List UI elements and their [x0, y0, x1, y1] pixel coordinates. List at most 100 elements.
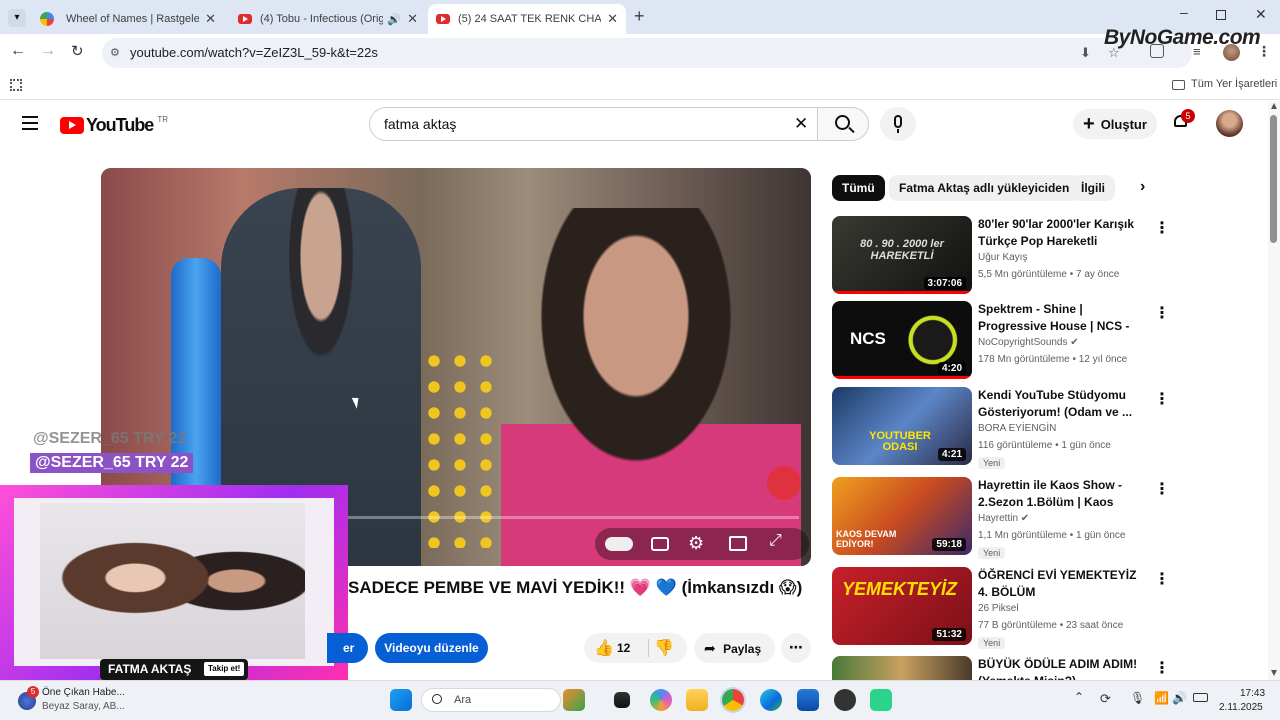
list-item[interactable]: 80 . 90 . 2000 ler HAREKETLİ 3:07:06 80'…: [832, 216, 1172, 296]
rec-channel[interactable]: BORA EYİENGİN: [978, 423, 1056, 434]
restore-icon[interactable]: [1216, 10, 1226, 20]
reading-list-icon[interactable]: ≡: [1193, 44, 1201, 59]
tray-app-icon[interactable]: ⟳: [1100, 691, 1111, 707]
more-options-icon[interactable]: ⋮: [1154, 479, 1170, 499]
chip-uploader[interactable]: Fatma Aktaş adlı yükleyiciden: [889, 175, 1080, 201]
close-tab-icon[interactable]: ✕: [407, 11, 418, 27]
list-item[interactable]: YOUTUBER ODASI 4:21 Kendi YouTube Stüdyo…: [832, 387, 1172, 469]
scroll-down-arrow-icon[interactable]: [1271, 670, 1277, 676]
wifi-icon[interactable]: 📶: [1154, 691, 1169, 705]
search-button[interactable]: [817, 107, 869, 141]
dislike-icon[interactable]: 👎: [654, 638, 674, 658]
close-tab-icon[interactable]: ✕: [205, 11, 216, 27]
hamburger-menu-icon[interactable]: [22, 116, 38, 130]
video-thumbnail[interactable]: YEMEKTEYİZ 51:32: [832, 567, 972, 645]
subscribe-button-partial[interactable]: er: [327, 633, 368, 663]
chip-next-chevron-icon[interactable]: ›: [1140, 178, 1145, 196]
tray-mic-icon[interactable]: 🎙: [1130, 691, 1145, 705]
clock-date[interactable]: 2.11.2025: [1219, 702, 1263, 713]
profile-avatar[interactable]: [1223, 44, 1240, 61]
battery-icon[interactable]: [1193, 693, 1208, 702]
browser-tab[interactable]: (4) Tobu - Infectious (Original Mix) 🔊 ✕: [230, 4, 426, 34]
video-thumbnail[interactable]: [832, 656, 972, 680]
reload-icon[interactable]: ↻: [71, 42, 84, 60]
apps-grid-icon[interactable]: [10, 79, 22, 91]
list-item[interactable]: YEMEKTEYİZ 51:32 ÖĞRENCİ EVİ YEMEKTEYİZ …: [832, 567, 1172, 649]
page-scrollbar[interactable]: [1268, 101, 1280, 680]
new-tab-icon[interactable]: +: [634, 6, 645, 27]
rec-channel[interactable]: Hayrettin ✔: [978, 513, 1029, 524]
speaker-icon[interactable]: 🔊: [387, 13, 401, 26]
obs-icon[interactable]: [834, 689, 856, 711]
more-options-icon[interactable]: ⋮: [1154, 658, 1170, 678]
widget-game-icon[interactable]: [563, 689, 585, 711]
close-tab-icon[interactable]: ✕: [607, 11, 618, 27]
close-window-icon[interactable]: ✕: [1255, 6, 1267, 23]
share-button[interactable]: ➦ Paylaş: [694, 633, 775, 663]
copilot-icon[interactable]: [650, 689, 672, 711]
tray-chevron-icon[interactable]: ⌃: [1074, 690, 1084, 704]
rec-title[interactable]: Hayrettin ile Kaos Show - 2.Sezon 1.Bölü…: [978, 477, 1148, 511]
clock-time[interactable]: 17:43: [1240, 688, 1265, 699]
browser-tab[interactable]: Wheel of Names | Rastgele ad seçici ✕: [32, 4, 224, 34]
chrome-icon[interactable]: [722, 689, 744, 711]
video-thumbnail[interactable]: YOUTUBER ODASI 4:21: [832, 387, 972, 465]
video-thumbnail[interactable]: NCS 4:20: [832, 301, 972, 379]
like-icon[interactable]: 👍: [594, 638, 614, 658]
rec-title[interactable]: 80'ler 90'lar 2000'ler Karışık Türkçe Po…: [978, 216, 1148, 250]
chip-all[interactable]: Tümü: [832, 175, 885, 201]
more-options-icon[interactable]: ⋮: [1154, 303, 1170, 323]
edge-icon[interactable]: [760, 689, 782, 711]
install-app-icon[interactable]: ⬇: [1080, 38, 1091, 68]
clear-search-icon[interactable]: ✕: [794, 108, 808, 140]
voice-search-button[interactable]: [880, 107, 916, 141]
rec-channel[interactable]: Uğur Kayış: [978, 252, 1027, 263]
file-explorer-icon[interactable]: [686, 689, 708, 711]
taskbar-search-box[interactable]: Ara: [421, 688, 561, 712]
address-bar[interactable]: ⚙ youtube.com/watch?v=ZeIZ3L_59-k&t=22s …: [102, 38, 1192, 68]
notifications-bell-icon[interactable]: 5: [1172, 109, 1195, 131]
minimize-icon[interactable]: –: [1180, 4, 1188, 20]
more-options-icon[interactable]: ⋮: [1154, 218, 1170, 238]
windows-start-icon[interactable]: [390, 689, 412, 711]
back-arrow-icon[interactable]: ←: [10, 42, 26, 60]
extensions-icon[interactable]: [1150, 44, 1164, 58]
rec-title[interactable]: Kendi YouTube Stüdyomu Gösteriyorum! (Od…: [978, 387, 1148, 421]
search-input[interactable]: fatma aktaş ✕: [369, 107, 817, 141]
youtube-logo[interactable]: YouTube TR: [60, 115, 168, 135]
fullscreen-icon[interactable]: ⤢: [769, 532, 782, 550]
volume-icon[interactable]: 🔊: [1172, 691, 1187, 705]
account-avatar[interactable]: [1216, 110, 1243, 137]
chip-related[interactable]: İlgili: [1071, 175, 1115, 201]
app-green-icon[interactable]: [870, 689, 892, 711]
rec-title[interactable]: ÖĞRENCİ EVİ YEMEKTEYİZ 4. BÖLÜM: [978, 567, 1148, 601]
store-icon[interactable]: [797, 689, 819, 711]
rec-title[interactable]: Spektrem - Shine | Progressive House | N…: [978, 301, 1148, 335]
rec-title[interactable]: BÜYÜK ÖDÜLE ADIM ADIM! (Yemekte Misin?) …: [978, 656, 1148, 680]
rec-channel[interactable]: NoCopyrightSounds ✔: [978, 337, 1079, 348]
video-thumbnail[interactable]: KAOS DEVAM EDİYOR! 59:18: [832, 477, 972, 555]
theater-mode-icon[interactable]: [729, 536, 747, 551]
list-item[interactable]: KAOS DEVAM EDİYOR! 59:18 Hayrettin ile K…: [832, 477, 1172, 559]
autoplay-toggle-icon[interactable]: [605, 537, 633, 551]
video-thumbnail[interactable]: 80 . 90 . 2000 ler HAREKETLİ 3:07:06: [832, 216, 972, 294]
list-item[interactable]: BÜYÜK ÖDÜLE ADIM ADIM! (Yemekte Misin?) …: [832, 656, 1172, 680]
task-view-icon[interactable]: [614, 692, 630, 708]
edit-video-button[interactable]: Videoyu düzenle: [375, 633, 488, 663]
more-options-icon[interactable]: ⋮: [1154, 389, 1170, 409]
scroll-up-arrow-icon[interactable]: [1271, 103, 1277, 109]
more-actions-icon[interactable]: ⋯: [781, 633, 811, 663]
rec-channel[interactable]: 26 Piksel: [978, 603, 1019, 614]
scroll-thumb[interactable]: [1270, 115, 1277, 243]
more-options-icon[interactable]: ⋮: [1154, 569, 1170, 589]
list-item[interactable]: NCS 4:20 Spektrem - Shine | Progressive …: [832, 301, 1172, 381]
subtitles-icon[interactable]: [651, 537, 669, 551]
all-bookmarks-link[interactable]: Tüm Yer İşaretleri: [1191, 78, 1277, 90]
site-info-icon[interactable]: ⚙: [110, 38, 120, 68]
browser-tab-active[interactable]: (5) 24 SAAT TEK RENK CHALLENGE ✕: [428, 4, 626, 34]
settings-gear-icon[interactable]: ⚙: [688, 533, 704, 554]
tab-search-chevron-icon[interactable]: ▾: [8, 9, 26, 27]
create-button[interactable]: + Oluştur: [1073, 109, 1157, 139]
browser-menu-icon[interactable]: ⋮: [1257, 43, 1271, 60]
news-widget[interactable]: 5 Öne Çıkan Habe... Beyaz Saray, AB...: [14, 686, 144, 716]
